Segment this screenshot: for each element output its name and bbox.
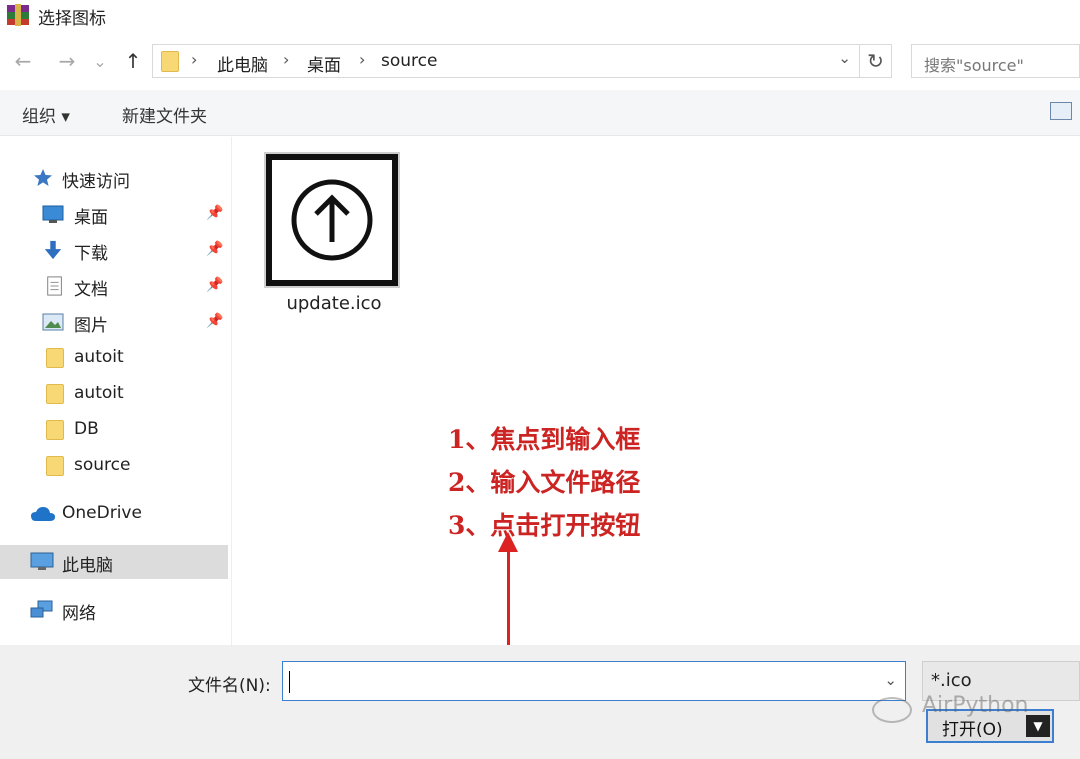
recent-locations-button[interactable]: ⌄ — [90, 48, 110, 74]
back-arrow-icon: ← — [14, 49, 32, 73]
dropdown-arrow-icon[interactable]: ▼ — [1026, 715, 1050, 737]
sidebar-item-pictures[interactable]: 图片 📌 — [0, 305, 228, 339]
computer-icon — [30, 552, 54, 570]
refresh-icon: ↻ — [867, 49, 884, 73]
file-name: update.ico — [286, 293, 382, 314]
wechat-logo-icon — [872, 697, 912, 723]
search-box[interactable]: 搜索"source" — [911, 44, 1080, 78]
file-item[interactable]: update.ico — [262, 150, 402, 330]
open-button-label: 打开(O) — [942, 720, 1003, 740]
desktop-icon — [42, 205, 64, 223]
sidebar-item-label: autoit — [74, 347, 124, 367]
folder-icon — [46, 456, 64, 476]
sidebar-item-quick-access[interactable]: 快速访问 — [0, 161, 228, 195]
organize-button[interactable]: 组织 ▾ — [22, 102, 70, 127]
sidebar-item-label: 网络 — [62, 604, 96, 624]
folder-icon — [46, 384, 64, 404]
address-bar[interactable]: › 此电脑 › 桌面 › source ⌄ — [152, 44, 860, 78]
search-placeholder: 搜索"source" — [924, 56, 1024, 75]
back-button[interactable]: ← — [10, 48, 36, 74]
breadcrumb-this-pc[interactable]: 此电脑 — [217, 51, 268, 76]
sidebar-item-label: 图片 — [74, 316, 108, 336]
cloud-icon — [31, 507, 55, 521]
star-icon — [34, 169, 52, 186]
sidebar-item-desktop[interactable]: 桌面 📌 — [0, 197, 228, 231]
sidebar-item-downloads[interactable]: 下载 📌 — [0, 233, 228, 267]
filename-label: 文件名(N): — [188, 676, 271, 696]
network-icon — [30, 600, 53, 618]
sidebar-item-label: 桌面 — [74, 208, 108, 228]
pin-icon[interactable]: 📌 — [206, 313, 223, 329]
sidebar-item-autoit[interactable]: autoit — [0, 341, 228, 375]
sidebar-item-documents[interactable]: 文档 📌 — [0, 269, 228, 303]
title-bar: 选择图标 — [0, 0, 1080, 30]
sidebar-item-label: 此电脑 — [62, 556, 113, 576]
sidebar-item-onedrive[interactable]: OneDrive — [0, 497, 228, 531]
pin-icon[interactable]: 📌 — [206, 277, 223, 293]
window-title: 选择图标 — [38, 9, 106, 29]
annotation-step-3: 3、点击打开按钮 — [448, 511, 641, 540]
sidebar-item-label: DB — [74, 419, 99, 439]
chevron-down-icon: ⌄ — [93, 51, 107, 71]
annotation-step-2: 2、输入文件路径 — [448, 468, 641, 497]
sidebar-item-network[interactable]: 网络 — [0, 593, 228, 627]
up-arrow-icon: ↑ — [124, 49, 142, 73]
pin-icon[interactable]: 📌 — [206, 241, 223, 257]
navigation-pane: 快速访问 桌面 📌 下载 📌 文档 📌 图片 📌 autoit autoit D… — [0, 137, 232, 645]
forward-arrow-icon: → — [58, 49, 76, 73]
sidebar-item-label: OneDrive — [62, 503, 142, 523]
breadcrumb-desktop[interactable]: 桌面 — [307, 51, 341, 76]
footer-panel: 文件名(N): ⌄ *.ico 打开(O) ▼ — [0, 645, 1080, 759]
picture-icon — [42, 313, 64, 331]
file-type-value: *.ico — [931, 670, 972, 691]
navigation-bar: ← → ⌄ ↑ › 此电脑 › 桌面 › source ⌄ ↻ 搜索"sourc… — [0, 36, 1080, 86]
chevron-down-icon[interactable]: ⌄ — [884, 671, 897, 689]
folder-icon — [46, 348, 64, 368]
file-thumbnail — [266, 154, 398, 286]
sidebar-item-label: source — [74, 455, 131, 475]
sidebar-item-label: 文档 — [74, 280, 108, 300]
breadcrumb-separator-icon: › — [283, 50, 290, 69]
view-options-icon[interactable] — [1050, 102, 1072, 120]
download-icon — [44, 240, 62, 260]
breadcrumb-separator-icon: › — [359, 50, 366, 69]
pin-icon[interactable]: 📌 — [206, 205, 223, 221]
text-caret — [289, 671, 290, 693]
watermark-text: AirPython — [922, 693, 1029, 718]
annotation-step-1: 1、焦点到输入框 — [448, 425, 641, 454]
address-dropdown-icon[interactable]: ⌄ — [838, 49, 851, 67]
folder-icon — [161, 51, 179, 72]
document-icon — [47, 276, 62, 296]
up-button[interactable]: ↑ — [120, 48, 146, 74]
sidebar-item-label: autoit — [74, 383, 124, 403]
breadcrumb-source[interactable]: source — [381, 51, 437, 71]
command-toolbar: 组织 ▾ 新建文件夹 — [0, 90, 1080, 136]
up-arrow-circle-icon — [291, 179, 373, 261]
winrar-icon — [7, 4, 29, 26]
folder-icon — [46, 420, 64, 440]
filename-input[interactable]: ⌄ — [282, 661, 906, 701]
sidebar-item-autoit-2[interactable]: autoit — [0, 377, 228, 411]
refresh-button[interactable]: ↻ — [860, 44, 892, 78]
sidebar-item-source[interactable]: source — [0, 449, 228, 483]
sidebar-item-label: 快速访问 — [62, 172, 130, 192]
sidebar-item-this-pc[interactable]: 此电脑 — [0, 545, 228, 579]
sidebar-item-db[interactable]: DB — [0, 413, 228, 447]
forward-button[interactable]: → — [54, 48, 80, 74]
breadcrumb-separator-icon: › — [191, 50, 198, 69]
sidebar-item-label: 下载 — [74, 244, 108, 264]
new-folder-button[interactable]: 新建文件夹 — [122, 102, 207, 127]
